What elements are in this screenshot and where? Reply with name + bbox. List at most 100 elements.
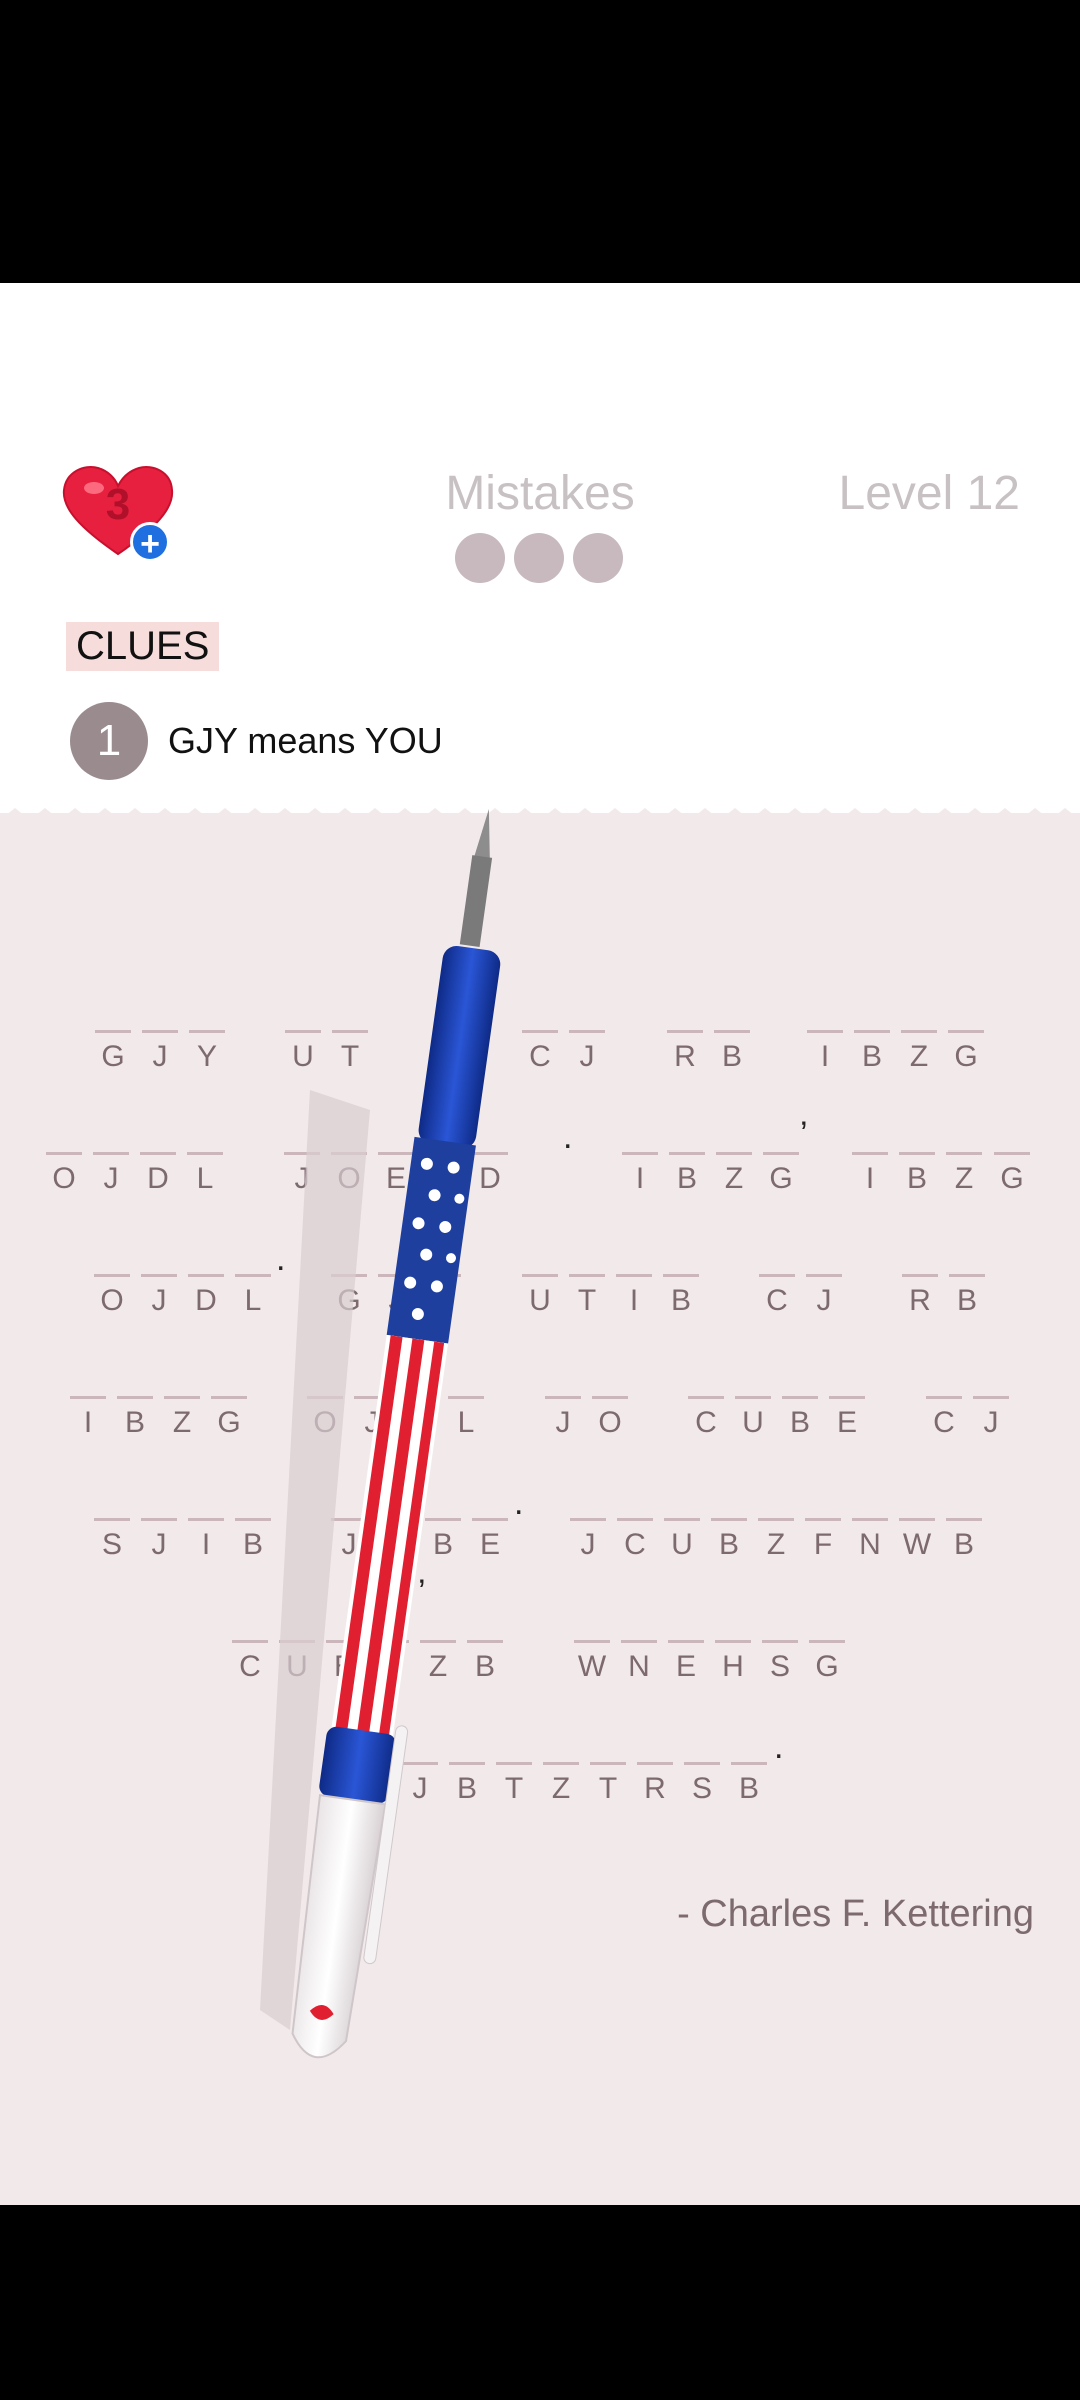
- answer-blank[interactable]: [331, 1274, 367, 1277]
- answer-blank[interactable]: [809, 1640, 845, 1643]
- letter-cell[interactable]: S: [762, 1640, 798, 1700]
- letter-cell[interactable]: J: [545, 1396, 581, 1456]
- answer-blank[interactable]: [574, 1640, 610, 1643]
- answer-blank[interactable]: [949, 1274, 985, 1277]
- letter-cell[interactable]: S: [94, 1518, 130, 1578]
- letter-cell[interactable]: Z: [420, 1640, 456, 1700]
- answer-blank[interactable]: [378, 1152, 414, 1155]
- letter-cell[interactable]: J: [378, 1274, 414, 1334]
- letter-cell[interactable]: L: [187, 1152, 223, 1212]
- letter-cell[interactable]: T: [332, 1030, 368, 1090]
- letter-cell[interactable]: T: [496, 1762, 532, 1822]
- answer-blank[interactable]: [164, 1396, 200, 1399]
- letter-cell[interactable]: U: [285, 1030, 321, 1090]
- letter-cell[interactable]: I: [622, 1152, 658, 1212]
- answer-blank[interactable]: [948, 1030, 984, 1033]
- answer-blank[interactable]: [852, 1518, 888, 1521]
- answer-blank[interactable]: [331, 1152, 367, 1155]
- letter-cell[interactable]: B: [854, 1030, 890, 1090]
- answer-blank[interactable]: [46, 1152, 82, 1155]
- letter-cell[interactable]: I: [188, 1518, 224, 1578]
- letter-cell[interactable]: T: [569, 1274, 605, 1334]
- answer-blank[interactable]: [668, 1640, 704, 1643]
- answer-blank[interactable]: [684, 1762, 720, 1765]
- letter-cell[interactable]: B: [946, 1518, 982, 1578]
- answer-blank[interactable]: [543, 1762, 579, 1765]
- answer-blank[interactable]: [854, 1030, 890, 1033]
- letter-cell[interactable]: Y: [189, 1030, 225, 1090]
- letter-cell[interactable]: J: [973, 1396, 1009, 1456]
- letter-cell[interactable]: J: [570, 1518, 606, 1578]
- answer-blank[interactable]: [899, 1518, 935, 1521]
- answer-blank[interactable]: [621, 1640, 657, 1643]
- answer-blank[interactable]: [70, 1396, 106, 1399]
- answer-blank[interactable]: [946, 1152, 982, 1155]
- answer-blank[interactable]: [235, 1518, 271, 1521]
- answer-blank[interactable]: [716, 1152, 752, 1155]
- letter-cell[interactable]: B: [663, 1274, 699, 1334]
- answer-blank[interactable]: [93, 1152, 129, 1155]
- answer-blank[interactable]: [663, 1274, 699, 1277]
- answer-blank[interactable]: [735, 1396, 771, 1399]
- letter-cell[interactable]: J: [569, 1030, 605, 1090]
- answer-blank[interactable]: [141, 1274, 177, 1277]
- answer-blank[interactable]: [496, 1762, 532, 1765]
- answer-blank[interactable]: [117, 1396, 153, 1399]
- letter-cell[interactable]: C: [232, 1640, 268, 1700]
- letter-cell[interactable]: I: [852, 1152, 888, 1212]
- letter-cell[interactable]: O: [331, 1152, 367, 1212]
- letter-cell[interactable]: Z: [758, 1518, 794, 1578]
- answer-blank[interactable]: [714, 1030, 750, 1033]
- letter-cell[interactable]: B: [425, 1518, 461, 1578]
- letter-cell[interactable]: O: [307, 1396, 343, 1456]
- answer-blank[interactable]: [232, 1640, 268, 1643]
- letter-cell[interactable]: C: [759, 1274, 795, 1334]
- answer-blank[interactable]: [94, 1518, 130, 1521]
- letter-cell[interactable]: B: [117, 1396, 153, 1456]
- answer-blank[interactable]: [472, 1152, 508, 1155]
- letter-cell[interactable]: G: [763, 1152, 799, 1212]
- letter-cell[interactable]: B: [899, 1152, 935, 1212]
- answer-blank[interactable]: [211, 1396, 247, 1399]
- letter-cell[interactable]: C: [688, 1396, 724, 1456]
- letter-cell[interactable]: D: [472, 1152, 508, 1212]
- letter-cell[interactable]: B: [711, 1518, 747, 1578]
- answer-blank[interactable]: [946, 1518, 982, 1521]
- letter-cell[interactable]: E: [373, 1640, 409, 1700]
- answer-blank[interactable]: [235, 1274, 271, 1277]
- answer-blank[interactable]: [472, 1518, 508, 1521]
- letter-cell[interactable]: N: [621, 1640, 657, 1700]
- letter-cell[interactable]: B: [669, 1152, 705, 1212]
- answer-blank[interactable]: [187, 1152, 223, 1155]
- letter-cell[interactable]: R: [637, 1762, 673, 1822]
- answer-blank[interactable]: [637, 1762, 673, 1765]
- letter-cell[interactable]: G: [994, 1152, 1030, 1212]
- letter-cell[interactable]: L: [235, 1274, 271, 1334]
- answer-blank[interactable]: [425, 1274, 461, 1277]
- answer-blank[interactable]: [401, 1396, 437, 1399]
- letter-cell[interactable]: D: [188, 1274, 224, 1334]
- letter-cell[interactable]: O: [592, 1396, 628, 1456]
- letter-cell[interactable]: J: [806, 1274, 842, 1334]
- answer-blank[interactable]: [762, 1640, 798, 1643]
- answer-blank[interactable]: [189, 1030, 225, 1033]
- letter-cell[interactable]: J: [142, 1030, 178, 1090]
- answer-blank[interactable]: [522, 1274, 558, 1277]
- answer-blank[interactable]: [522, 1030, 558, 1033]
- answer-blank[interactable]: [763, 1152, 799, 1155]
- answer-blank[interactable]: [326, 1640, 362, 1643]
- answer-blank[interactable]: [373, 1640, 409, 1643]
- letter-cell[interactable]: R: [667, 1030, 703, 1090]
- letter-cell[interactable]: I: [70, 1396, 106, 1456]
- letter-cell[interactable]: T: [590, 1762, 626, 1822]
- answer-blank[interactable]: [669, 1152, 705, 1155]
- answer-blank[interactable]: [973, 1396, 1009, 1399]
- answer-blank[interactable]: [667, 1030, 703, 1033]
- letter-cell[interactable]: L: [448, 1396, 484, 1456]
- answer-blank[interactable]: [805, 1518, 841, 1521]
- answer-blank[interactable]: [331, 1518, 367, 1521]
- answer-blank[interactable]: [378, 1274, 414, 1277]
- answer-blank[interactable]: [715, 1640, 751, 1643]
- letter-cell[interactable]: E: [668, 1640, 704, 1700]
- letter-cell[interactable]: B: [714, 1030, 750, 1090]
